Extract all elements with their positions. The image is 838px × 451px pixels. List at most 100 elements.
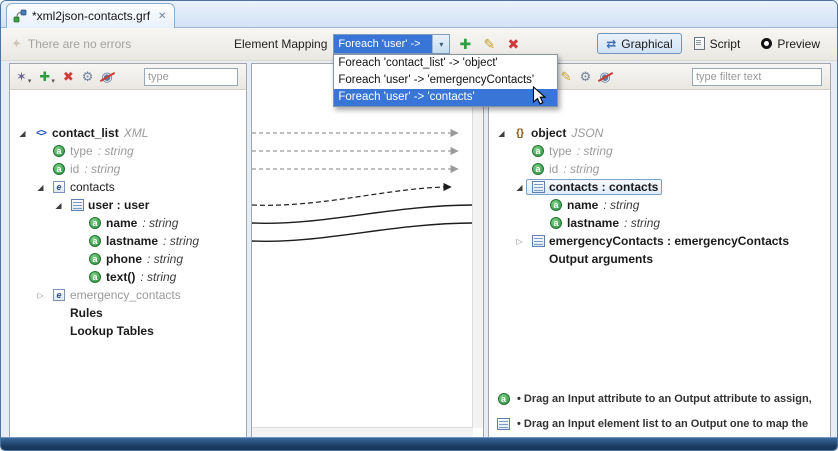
attribute-icon: a <box>89 253 101 265</box>
tree-item-name[interactable]: aname : string <box>10 214 246 232</box>
tree-item-content: atext(): string <box>83 269 180 285</box>
tree-item-label: object <box>531 126 566 140</box>
tree-item-type: : string <box>577 144 613 158</box>
tree-item-label: lastname <box>567 216 619 230</box>
settings-button[interactable]: ⚙ <box>82 69 94 85</box>
view-button-script[interactable]: Script <box>685 33 750 54</box>
tab-close-icon[interactable]: ✕ <box>158 11 166 22</box>
dropdown-option[interactable]: Foreach 'user' -> 'contacts' <box>334 89 557 106</box>
view-switcher: ⇄ Graphical Script Preview <box>597 33 829 54</box>
expander-closed-icon[interactable]: ▷ <box>513 237 526 246</box>
tree-item-label: contacts <box>70 180 115 194</box>
input-tree-panel: ✶ ▾ ✚ ▾ ✖ ⚙ ◉ ◢<>contact_listXMLatype: s… <box>9 63 247 439</box>
tree-item-rules[interactable]: Rules <box>10 304 246 322</box>
vertical-scrollbar[interactable] <box>472 64 483 428</box>
wand-button[interactable]: ✶ ▾ <box>16 69 31 85</box>
attribute-icon: a <box>550 217 562 229</box>
tree-item-type[interactable]: atype: string <box>10 142 246 160</box>
expander-open-icon[interactable]: ◢ <box>513 183 526 192</box>
combobox-value: Foreach 'user' -> <box>334 35 432 53</box>
no-errors-icon: ✦ <box>11 36 22 52</box>
tree-item-type: : string <box>142 216 178 230</box>
expander-open-icon[interactable]: ◢ <box>16 129 29 138</box>
tree-item-lastname[interactable]: alastname: string <box>489 214 830 232</box>
attribute-icon: a <box>89 217 101 229</box>
hide-button[interactable]: ◉ <box>599 69 610 85</box>
chevron-down-icon: ▾ <box>28 77 32 85</box>
tree-item-label: name <box>106 216 137 230</box>
input-tree: ◢<>contact_listXMLatype: stringaid: stri… <box>10 91 246 438</box>
element-mapping-combobox[interactable]: Foreach 'user' -> ▾ <box>333 34 450 54</box>
output-tree-panel: ✶ ▾ ✚ ▾ ✖ ✎ ⚙ ◉ ◢{}objectJSONatype: stri… <box>488 63 831 439</box>
tree-item-label: emergencyContacts : emergencyContacts <box>549 234 789 248</box>
expander-closed-icon[interactable]: ▷ <box>34 291 47 300</box>
tree-item-user-user[interactable]: ◢ user : user <box>10 196 246 214</box>
delete-button[interactable]: ✖ <box>63 69 74 85</box>
tree-item-label: type <box>549 144 572 158</box>
element-icon: e <box>53 181 65 193</box>
element-list-icon <box>532 181 545 193</box>
delete-mapping-button[interactable]: ✖ <box>504 36 522 53</box>
element-mapping-dropdown-list: Foreach 'contact_list' -> 'object'Foreac… <box>333 54 558 107</box>
add-mapping-button[interactable]: ✚ <box>456 36 474 53</box>
gear-icon: ⚙ <box>580 69 592 85</box>
expander-open-icon[interactable]: ◢ <box>52 201 65 210</box>
tree-item-label: Rules <box>70 306 103 320</box>
attribute-map-icon: a <box>496 393 511 405</box>
edit-mapping-button[interactable]: ✎ <box>480 36 498 53</box>
tree-item-object[interactable]: ◢{}objectJSON <box>489 124 830 142</box>
mapping-line[interactable] <box>252 205 473 223</box>
hide-button[interactable]: ◉ <box>101 69 112 85</box>
mapping-line[interactable] <box>252 187 450 205</box>
edit-button[interactable]: ✎ <box>561 69 572 85</box>
dropdown-option[interactable]: Foreach 'user' -> 'emergencyContacts' <box>334 72 557 89</box>
attribute-icon: a <box>53 145 65 157</box>
view-button-graphical[interactable]: ⇄ Graphical <box>597 33 681 54</box>
element-list-map-icon <box>496 418 511 430</box>
tree-item-lastname[interactable]: alastname: string <box>10 232 246 250</box>
dropdown-option[interactable]: Foreach 'contact_list' -> 'object' <box>334 55 557 72</box>
tree-item-label: user : user <box>88 198 149 212</box>
tree-item-emergencycontacts-emergencycontacts[interactable]: ▷ emergencyContacts : emergencyContacts <box>489 232 830 250</box>
tree-item-id[interactable]: aid: string <box>10 160 246 178</box>
element-list-icon <box>532 235 545 247</box>
tab-title: *xml2json-contacts.grf <box>32 9 150 23</box>
script-view-icon <box>694 37 705 50</box>
attribute-icon: a <box>89 235 101 247</box>
tree-item-type: : string <box>147 252 183 266</box>
tree-item-id[interactable]: aid: string <box>489 160 830 178</box>
tree-item-contact-list[interactable]: ◢<>contact_listXML <box>10 124 246 142</box>
tree-item-output-arguments[interactable]: Output arguments <box>489 250 830 268</box>
tree-item-contacts[interactable]: ◢ e contacts <box>10 178 246 196</box>
add-button[interactable]: ✚ ▾ <box>39 69 54 85</box>
mouse-cursor <box>532 86 547 106</box>
tree-item-phone[interactable]: aphone : string <box>10 250 246 268</box>
input-filter-field[interactable] <box>144 68 238 86</box>
tree-item-content: Rules <box>47 305 107 321</box>
tree-item-lookup-tables[interactable]: Lookup Tables <box>10 322 246 340</box>
tree-item-type[interactable]: atype: string <box>489 142 830 160</box>
view-button-label: Script <box>710 37 741 51</box>
mapping-line[interactable] <box>252 223 473 241</box>
combobox-dropdown-button[interactable]: ▾ <box>432 35 449 53</box>
element-list-icon <box>71 199 84 211</box>
x-icon: ✖ <box>63 69 74 85</box>
editor-tab[interactable]: *xml2json-contacts.grf ✕ <box>6 3 175 28</box>
tree-item-content: user : user <box>65 197 153 213</box>
tree-item-emergency-contacts[interactable]: ▷eemergency_contacts <box>10 286 246 304</box>
tree-item-content: e contacts <box>47 179 119 195</box>
output-filter-field[interactable] <box>692 68 822 86</box>
tree-item-text[interactable]: atext(): string <box>10 268 246 286</box>
expander-open-icon[interactable]: ◢ <box>34 183 47 192</box>
tree-item-label: phone <box>106 252 142 266</box>
status-message: ✦ There are no errors <box>11 36 131 52</box>
expander-open-icon[interactable]: ◢ <box>495 129 508 138</box>
tree-item-contacts-contacts[interactable]: ◢contacts : contacts <box>489 178 830 196</box>
settings-button[interactable]: ⚙ <box>580 69 592 85</box>
window-bottom-edge <box>1 437 837 450</box>
tree-item-type: XML <box>124 126 149 140</box>
view-button-preview[interactable]: Preview <box>752 33 829 54</box>
tree-item-name[interactable]: aname: string <box>489 196 830 214</box>
xml-root-icon: <> <box>36 128 46 139</box>
tree-item-label: id <box>70 162 79 176</box>
